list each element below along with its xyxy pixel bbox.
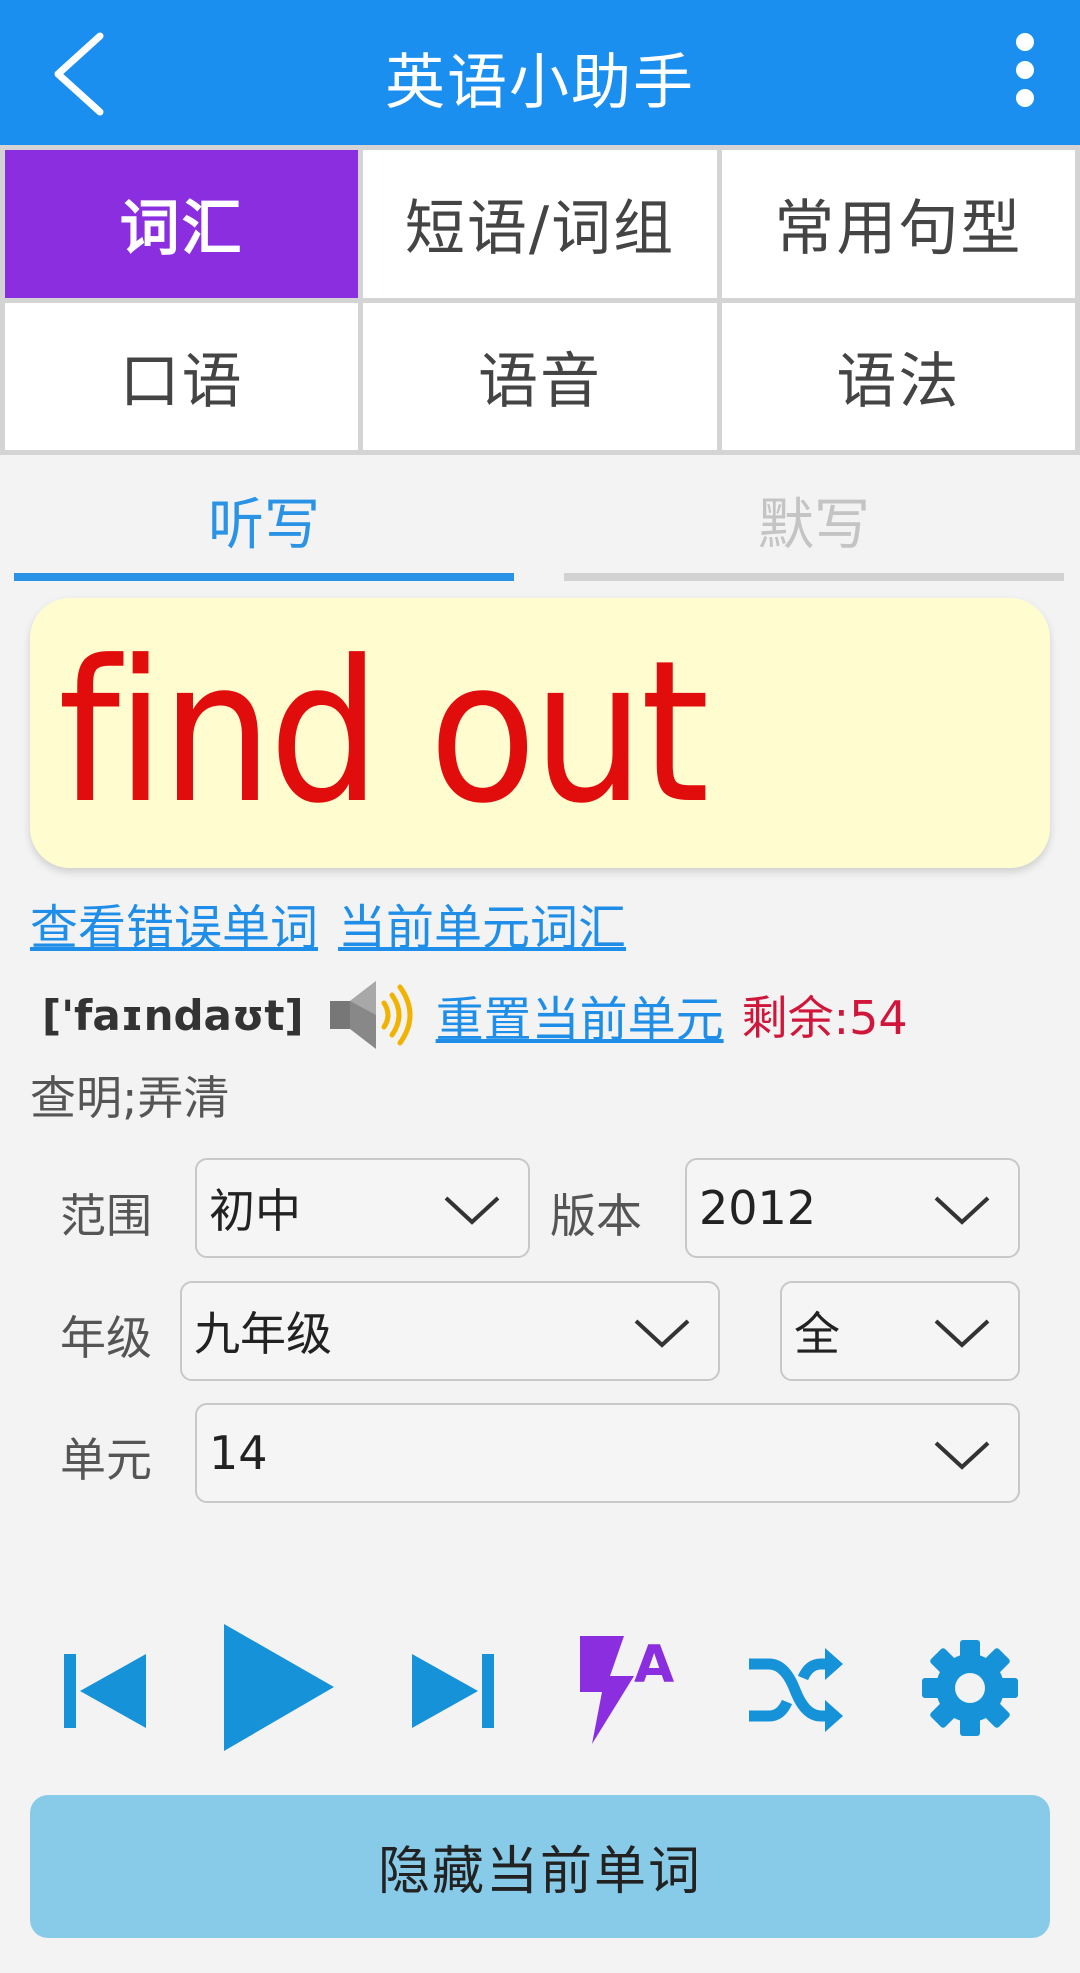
unit-label: 单元 (60, 1433, 152, 1487)
skip-previous-icon[interactable] (62, 1650, 148, 1732)
term-value: 全 (794, 1307, 840, 1361)
shuffle-icon[interactable] (745, 1642, 845, 1737)
category-pronunciation[interactable]: 语音 (363, 302, 717, 450)
unit-select[interactable]: 14 (195, 1403, 1020, 1503)
remaining-count: 剩余:54 (741, 991, 908, 1045)
word-links: 查看错误单词 当前单元词汇 (30, 888, 646, 958)
tab-recall-label: 默写 (758, 492, 870, 558)
version-label: 版本 (550, 1189, 642, 1243)
reset-unit-link[interactable]: 重置当前单元 (436, 980, 724, 1050)
phonetic-row: ['faɪndaʊt] 重置当前单元 剩余:54 (42, 970, 908, 1060)
chevron-down-icon (444, 1196, 500, 1225)
category-sentence-patterns[interactable]: 常用句型 (721, 150, 1075, 298)
tab-indicator-active (14, 573, 514, 581)
range-select[interactable]: 初中 (195, 1158, 530, 1258)
chevron-down-icon (934, 1319, 990, 1348)
wrong-words-link[interactable]: 查看错误单词 (30, 900, 318, 956)
category-phrases[interactable]: 短语/词组 (363, 150, 717, 298)
chevron-down-icon (634, 1319, 690, 1348)
mode-tabs: 听写 默写 (0, 455, 1080, 585)
tab-dictation-label: 听写 (208, 492, 320, 558)
tab-dictation[interactable]: 听写 (14, 455, 514, 585)
grade-value: 九年级 (194, 1307, 332, 1361)
flash-auto-icon[interactable]: A (572, 1634, 682, 1744)
phonetic-text: ['faɪndaʊt] (42, 990, 304, 1040)
category-spoken[interactable]: 口语 (5, 302, 359, 450)
category-grid: 词汇 短语/词组 常用句型 口语 语音 语法 (0, 145, 1080, 455)
category-vocabulary[interactable]: 词汇 (5, 150, 359, 298)
hide-word-button[interactable]: 隐藏当前单词 (30, 1795, 1050, 1938)
gear-icon[interactable] (920, 1638, 1020, 1738)
app-bar: 英语小助手 (0, 0, 1080, 145)
current-word: find out (58, 619, 710, 847)
version-select[interactable]: 2012 (685, 1158, 1020, 1258)
version-value: 2012 (699, 1181, 817, 1235)
range-value: 初中 (209, 1184, 301, 1238)
svg-text:A: A (634, 1635, 674, 1695)
skip-next-icon[interactable] (410, 1650, 496, 1732)
category-grammar[interactable]: 语法 (721, 302, 1075, 450)
play-icon[interactable] (218, 1620, 338, 1755)
unit-vocab-link[interactable]: 当前单元词汇 (338, 900, 626, 956)
range-label: 范围 (60, 1189, 152, 1243)
word-meaning: 查明;弄清 (30, 1071, 230, 1125)
tab-indicator-inactive (564, 573, 1064, 581)
term-select[interactable]: 全 (780, 1281, 1020, 1381)
app-title: 英语小助手 (385, 48, 695, 118)
tab-recall[interactable]: 默写 (564, 455, 1064, 585)
chevron-down-icon (934, 1441, 990, 1470)
playback-controls: A (0, 1600, 1080, 1770)
word-card: find out (30, 598, 1050, 868)
speaker-icon[interactable] (326, 975, 416, 1055)
grade-select[interactable]: 九年级 (180, 1281, 720, 1381)
chevron-down-icon (934, 1196, 990, 1225)
unit-value: 14 (209, 1426, 268, 1480)
grade-label: 年级 (60, 1311, 152, 1365)
more-vertical-icon[interactable] (1000, 30, 1050, 110)
